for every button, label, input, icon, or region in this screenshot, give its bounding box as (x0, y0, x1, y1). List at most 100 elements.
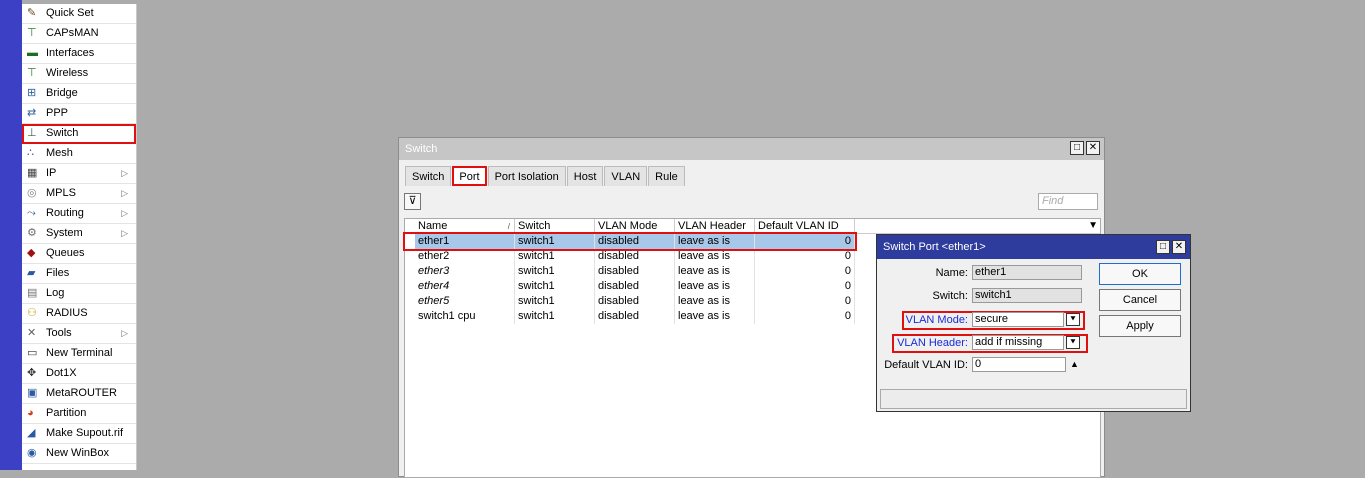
sidebar-item-radius[interactable]: ⚇ RADIUS (22, 304, 136, 324)
default-vlan-label: Default VLAN ID: (884, 359, 968, 371)
find-input[interactable]: Find (1038, 193, 1098, 210)
cell-default-vlan-id: 0 (755, 279, 855, 294)
sidebar-item-make-supout-rif[interactable]: ◢ Make Supout.rif (22, 424, 136, 444)
sidebar-item-wireless[interactable]: ⊤ Wireless (22, 64, 136, 84)
sidebar-item-interfaces[interactable]: ▬ Interfaces (22, 44, 136, 64)
sidebar-item-routing[interactable]: ⤳ Routing ▷ (22, 204, 136, 224)
sidebar-item-label: Interfaces (46, 47, 95, 59)
sidebar-item-mesh[interactable]: ∴ Mesh (22, 144, 136, 164)
sidebar-item-partition[interactable]: ◕ Partition (22, 404, 136, 424)
sidebar-item-label: System (46, 227, 83, 239)
table-row[interactable]: ether2 switch1 disabled leave as is 0 (405, 249, 855, 264)
gear-icon: ⚙ (27, 227, 37, 239)
vlan-mode-select[interactable]: secure (972, 312, 1064, 327)
vlan-header-dropdown-icon[interactable]: ⯆ (1066, 336, 1080, 349)
sidebar-item-new-winbox[interactable]: ◉ New WinBox (22, 444, 136, 464)
sidebar-item-ppp[interactable]: ⇄ PPP (22, 104, 136, 124)
sidebar-item-system[interactable]: ⚙ System ▷ (22, 224, 136, 244)
table-row[interactable]: ether5 switch1 disabled leave as is 0 (405, 294, 855, 309)
table-row[interactable]: switch1 cpu switch1 disabled leave as is 0 (405, 309, 855, 324)
table-row[interactable]: ether3 switch1 disabled leave as is 0 (405, 264, 855, 279)
maximize-icon[interactable]: □ (1156, 240, 1170, 254)
left-strip (0, 0, 22, 470)
table-row[interactable]: ether4 switch1 disabled leave as is 0 (405, 279, 855, 294)
sidebar-item-capsman[interactable]: ⊤ CAPsMAN (22, 24, 136, 44)
wand-icon: ✎ (27, 7, 37, 19)
submenu-arrow-icon: ▷ (121, 208, 128, 218)
sidebar-item-quick-set[interactable]: ✎ Quick Set (22, 4, 136, 24)
close-icon[interactable]: ✕ (1172, 240, 1186, 254)
sidebar-item-label: Bridge (46, 87, 78, 99)
maximize-icon[interactable]: □ (1070, 141, 1084, 155)
sidebar-item-label: New WinBox (46, 447, 109, 459)
column-name[interactable]: Name / (415, 219, 515, 234)
metarouter-icon: ▣ (27, 387, 38, 399)
sidebar-item-mpls[interactable]: ◎ MPLS ▷ (22, 184, 136, 204)
sidebar-item-queues[interactable]: ◆ Queues (22, 244, 136, 264)
column-vlan-mode[interactable]: VLAN Mode (595, 219, 675, 234)
switch-window-titlebar[interactable]: Switch (399, 138, 1104, 160)
tab-host[interactable]: Host (566, 166, 604, 186)
sidebar-item-label: Wireless (46, 67, 89, 79)
column-vlan-header[interactable]: VLAN Header (675, 219, 755, 234)
tab-switch[interactable]: Switch (405, 166, 452, 186)
ok-button[interactable]: OK (1099, 263, 1181, 285)
apply-button[interactable]: Apply (1099, 315, 1181, 337)
cell-name: ether5 (415, 294, 515, 309)
radius-icon: ⚇ (27, 307, 37, 319)
cell-default-vlan-id: 0 (755, 309, 855, 324)
sidebar-item-label: Quick Set (46, 7, 94, 19)
winbox-icon: ◉ (27, 447, 37, 459)
name-label: Name: (935, 267, 968, 279)
tab-port[interactable]: Port (452, 166, 487, 186)
sidebar-item-label: Queues (46, 247, 85, 259)
sidebar-item-label: PPP (46, 107, 69, 119)
cell-name: ether3 (415, 264, 515, 279)
cell-name: ether4 (415, 279, 515, 294)
dialog-status-bar (880, 389, 1187, 409)
switch-window-controls: □ ✕ (1070, 141, 1100, 155)
dot1x-icon: ✥ (27, 367, 37, 379)
column-name-label: Name (418, 220, 448, 232)
cancel-button[interactable]: Cancel (1099, 289, 1181, 311)
sidebar-item-ip[interactable]: ▦ IP ▷ (22, 164, 136, 184)
sidebar-item-tools[interactable]: ✕ Tools ▷ (22, 324, 136, 344)
dialog-titlebar[interactable]: Switch Port <ether1> (877, 235, 1190, 259)
column-switch[interactable]: Switch (515, 219, 595, 234)
bridge-icon: ⊞ (27, 87, 37, 99)
close-icon[interactable]: ✕ (1086, 141, 1100, 155)
tab-port-isolation[interactable]: Port Isolation (487, 166, 566, 186)
spin-up-icon[interactable]: ▲ (1070, 359, 1079, 369)
cell-vlan-mode: disabled (595, 249, 675, 264)
sidebar-item-bridge[interactable]: ⊞ Bridge (22, 84, 136, 104)
ip-icon: ▦ (27, 167, 38, 179)
mpls-icon: ◎ (27, 187, 37, 199)
sidebar-item-dot1x[interactable]: ✥ Dot1X (22, 364, 136, 384)
column-default-vlan-id[interactable]: Default VLAN ID (755, 219, 855, 234)
filter-icon[interactable]: ⊽ (404, 193, 421, 210)
sidebar-item-label: MPLS (46, 187, 76, 199)
vlan-mode-dropdown-icon[interactable]: ⯆ (1066, 313, 1080, 326)
cell-vlan-header: leave as is (675, 294, 755, 309)
default-vlan-input[interactable]: 0 (972, 357, 1066, 372)
tab-rule[interactable]: Rule (648, 166, 685, 186)
submenu-arrow-icon: ▷ (121, 188, 128, 198)
columns-dropdown-icon[interactable]: ▼ (1088, 220, 1098, 231)
sidebar-item-label: Tools (46, 327, 72, 339)
sidebar-item-label: CAPsMAN (46, 27, 99, 39)
vlan-header-select[interactable]: add if missing (972, 335, 1064, 350)
row-highlight-box (403, 232, 857, 251)
sidebar-item-switch[interactable]: ⊥ Switch (22, 124, 136, 144)
tab-vlan[interactable]: VLAN (604, 166, 648, 186)
sidebar-item-log[interactable]: ▤ Log (22, 284, 136, 304)
sidebar-item-metarouter[interactable]: ▣ MetaROUTER (22, 384, 136, 404)
cell-switch: switch1 (515, 309, 595, 324)
cell-switch: switch1 (515, 249, 595, 264)
sidebar-item-files[interactable]: ▰ Files (22, 264, 136, 284)
sidebar-item-new-terminal[interactable]: ▭ New Terminal (22, 344, 136, 364)
ppp-icon: ⇄ (27, 107, 37, 119)
sidebar-item-label: Make Supout.rif (46, 427, 124, 439)
partition-icon: ◕ (27, 407, 34, 419)
cell-vlan-mode: disabled (595, 294, 675, 309)
sidebar-item-label: New Terminal (46, 347, 113, 359)
